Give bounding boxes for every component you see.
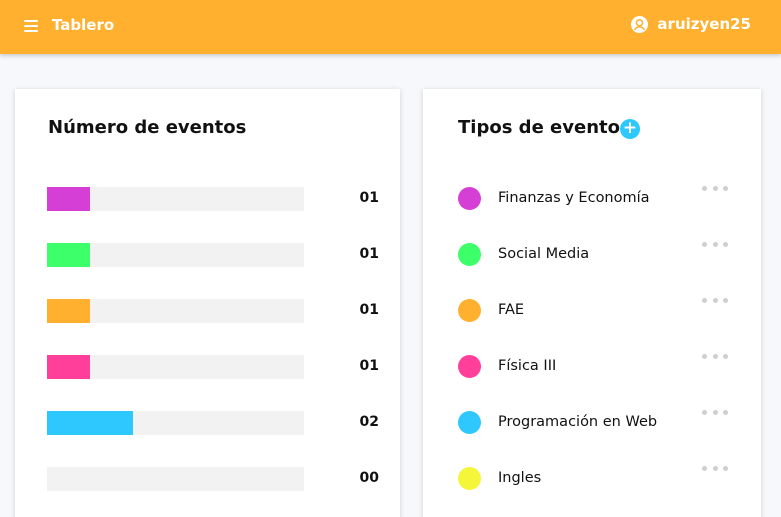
bar-fill	[47, 411, 133, 435]
bar-value: 01	[359, 358, 379, 374]
color-dot-icon	[458, 299, 481, 322]
event-type-label: Social Media	[498, 246, 590, 262]
bar-track	[47, 243, 304, 267]
event-type-row[interactable]: Ingles	[458, 465, 728, 491]
bar-track	[47, 467, 304, 491]
bar-value: 00	[359, 470, 379, 486]
color-dot-icon	[458, 355, 481, 378]
event-bar-row: 01	[47, 355, 379, 379]
event-type-row[interactable]: Física III	[458, 353, 728, 379]
event-type-row[interactable]: Finanzas y Economía	[458, 185, 728, 211]
events-card-title: Número de eventos	[48, 117, 247, 138]
bar-fill	[47, 299, 90, 323]
color-dot-icon	[458, 243, 481, 266]
color-dot-icon	[458, 411, 481, 434]
event-type-label: Programación en Web	[498, 414, 658, 430]
event-type-row[interactable]: Social Media	[458, 241, 728, 267]
bar-value: 01	[359, 246, 379, 262]
bar-value: 01	[359, 302, 379, 318]
bar-value: 01	[359, 190, 379, 206]
event-types-card-title: Tipos de evento	[458, 117, 620, 138]
event-type-label: FAE	[498, 302, 525, 318]
bar-fill	[47, 355, 90, 379]
event-type-row[interactable]: FAE	[458, 297, 728, 323]
event-types-card: Tipos de evento + Finanzas y Economía Soc…	[423, 89, 761, 517]
username: aruizyen25	[657, 15, 751, 33]
event-bar-row: 01	[47, 243, 379, 267]
more-horizontal-icon[interactable]	[702, 237, 728, 251]
bar-track	[47, 411, 304, 435]
bar-track	[47, 299, 304, 323]
events-count-card: Número de eventos 01 01 01 01 02 00	[15, 89, 400, 517]
event-type-label: Física III	[498, 358, 557, 374]
add-event-type-button[interactable]: +	[620, 119, 640, 139]
event-bar-row: 00	[47, 467, 379, 491]
event-bar-row: 01	[47, 299, 379, 323]
event-type-label: Ingles	[498, 470, 542, 486]
color-dot-icon	[458, 187, 481, 210]
bar-fill	[47, 243, 90, 267]
bar-track	[47, 187, 304, 211]
more-horizontal-icon[interactable]	[702, 293, 728, 307]
page-title: Tablero	[52, 16, 115, 34]
bar-value: 02	[359, 414, 379, 430]
hamburger-menu-icon[interactable]	[24, 20, 38, 32]
bar-track	[47, 355, 304, 379]
event-bar-row: 02	[47, 411, 379, 435]
plus-icon: +	[622, 118, 638, 138]
top-bar: Tablero aruizyen25	[0, 0, 781, 54]
more-horizontal-icon[interactable]	[702, 405, 728, 419]
more-horizontal-icon[interactable]	[702, 349, 728, 363]
more-horizontal-icon[interactable]	[702, 181, 728, 195]
color-dot-icon	[458, 467, 481, 490]
event-type-row[interactable]: Programación en Web	[458, 409, 728, 435]
user-avatar-icon	[631, 15, 649, 33]
more-horizontal-icon[interactable]	[702, 461, 728, 475]
event-type-label: Finanzas y Economía	[498, 190, 650, 206]
event-bar-row: 01	[47, 187, 379, 211]
bar-fill	[47, 187, 90, 211]
user-menu[interactable]: aruizyen25	[631, 15, 751, 33]
